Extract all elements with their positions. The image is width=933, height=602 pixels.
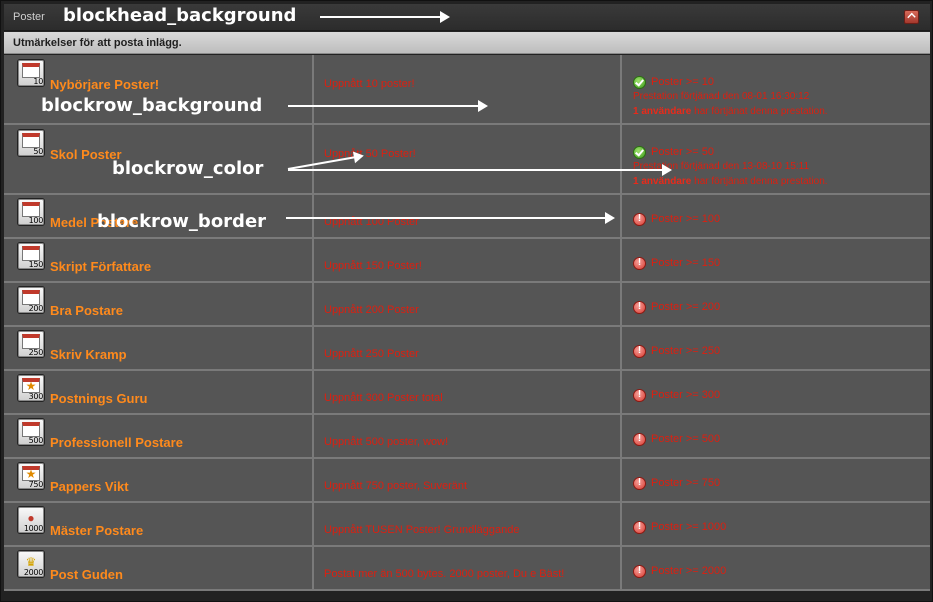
exclamation-circle-icon (633, 477, 646, 490)
badge-number: 500 (28, 436, 44, 445)
award-status: Poster >= 150 (651, 257, 721, 269)
badge-number: 750 (28, 480, 44, 489)
award-name[interactable]: Skriv Kramp (50, 347, 127, 362)
award-row: 500 Professionell Postare Uppnått 500 po… (4, 415, 930, 459)
award-user-count[interactable]: 1 användare (633, 176, 691, 187)
annotation-blockhead-background: blockhead_background (63, 5, 297, 26)
annotation-blockrow-background: blockrow_background (41, 95, 263, 116)
award-status: Poster >= 500 (651, 433, 721, 445)
badge-number: 250 (28, 348, 44, 357)
award-requirement: Uppnått 10 poster! (324, 78, 415, 90)
award-name[interactable]: Bra Postare (50, 303, 123, 318)
award-requirement: Uppnått 250 Poster (324, 348, 419, 360)
award-earned-count: 1 användare har förtjänat denna prestati… (633, 106, 828, 117)
annotation-blockrow-border: blockrow_border (97, 211, 267, 232)
badge-number: 300 (28, 392, 44, 401)
badge-number: 2000 (23, 568, 43, 577)
award-name[interactable]: Skript Författare (50, 259, 151, 274)
badge-number: 10 (33, 77, 43, 86)
award-status: Poster >= 10 (651, 76, 714, 88)
check-circle-icon (633, 146, 646, 159)
exclamation-circle-icon (633, 521, 646, 534)
exclamation-circle-icon (633, 565, 646, 578)
badge-number: 150 (28, 260, 44, 269)
badge-number: 1000 (23, 524, 43, 533)
award-name[interactable]: Mäster Postare (50, 523, 143, 538)
award-name[interactable]: Pappers Vikt (50, 479, 129, 494)
award-status: Poster >= 200 (651, 301, 721, 313)
exclamation-circle-icon (633, 345, 646, 358)
award-status: Poster >= 250 (651, 345, 721, 357)
award-name[interactable]: Professionell Postare (50, 435, 183, 450)
calendar-icon: 500 (17, 418, 45, 446)
award-row: ★ 300 Postnings Guru Uppnått 300 Poster … (4, 371, 930, 415)
award-earned-date: Prestation förtjänad den 08-01 16:30:12 (633, 91, 810, 102)
star-calendar-icon: ★ 300 (17, 374, 45, 402)
award-earned-count: 1 användare har förtjänat denna prestati… (633, 176, 828, 187)
calendar-icon: 250 (17, 330, 45, 358)
exclamation-circle-icon (633, 301, 646, 314)
award-earned-suffix: har förtjänat denna prestation. (691, 106, 828, 117)
award-row: ♛ 2000 Post Guden Postat mer än 500 byte… (4, 547, 930, 591)
award-row: ★ 750 Pappers Vikt Uppnått 750 poster, S… (4, 459, 930, 503)
calendar-icon: 100 (17, 198, 45, 226)
block-title: Poster (13, 11, 45, 23)
exclamation-circle-icon (633, 213, 646, 226)
award-requirement: Uppnått 150 Poster! (324, 260, 422, 272)
award-name[interactable]: Skol Poster (50, 147, 122, 162)
annotation-arrow (320, 11, 450, 23)
calendar-icon: 200 (17, 286, 45, 314)
award-name[interactable]: Postnings Guru (50, 391, 148, 406)
annotation-blockrow-color: blockrow_color (112, 158, 264, 179)
award-earned-suffix: har förtjänat denna prestation. (691, 176, 828, 187)
calendar-icon: 50 (17, 129, 45, 157)
exclamation-circle-icon (633, 257, 646, 270)
annotation-arrow (288, 164, 672, 176)
award-requirement: Uppnått TUSEN Poster! Grundläggande (324, 524, 520, 536)
award-requirement: Uppnått 500 poster, wow! (324, 436, 449, 448)
medal-icon: ● 1000 (17, 506, 45, 534)
collapse-icon[interactable] (904, 10, 919, 24)
award-status: Poster >= 750 (651, 477, 721, 489)
award-requirement: Uppnått 300 Poster total (324, 392, 443, 404)
award-requirement: Postat mer än 500 bytes. 2000 poster, Du… (324, 568, 565, 580)
calendar-icon: 150 (17, 242, 45, 270)
award-row: 200 Bra Postare Uppnått 200 Poster Poste… (4, 283, 930, 327)
award-name[interactable]: Nybörjare Poster! (50, 77, 159, 92)
award-status: Poster >= 300 (651, 389, 721, 401)
block-frame: Poster Utmärkelser för att posta inlägg.… (0, 0, 933, 602)
exclamation-circle-icon (633, 389, 646, 402)
awards-list: 10 Nybörjare Poster! Uppnått 10 poster! … (4, 55, 930, 591)
block-subheader: Utmärkelser för att posta inlägg. (4, 32, 930, 54)
award-user-count[interactable]: 1 användare (633, 106, 691, 117)
award-row: 150 Skript Författare Uppnått 150 Poster… (4, 239, 930, 283)
badge-number: 100 (28, 216, 44, 225)
block-subtitle: Utmärkelser för att posta inlägg. (13, 37, 182, 49)
award-status: Poster >= 50 (651, 146, 714, 158)
annotation-arrow (286, 212, 615, 224)
annotation-arrow (288, 100, 488, 112)
award-requirement: Uppnått 200 Poster (324, 304, 419, 316)
star-calendar-icon: ★ 750 (17, 462, 45, 490)
award-status: Poster >= 1000 (651, 521, 727, 533)
badge-number: 50 (33, 147, 43, 156)
award-status: Poster >= 100 (651, 213, 721, 225)
award-name[interactable]: Post Guden (50, 567, 123, 582)
award-row: 250 Skriv Kramp Uppnått 250 Poster Poste… (4, 327, 930, 371)
trophy-icon: ♛ 2000 (17, 550, 45, 578)
award-requirement: Uppnått 750 poster, Suveränt (324, 480, 468, 492)
exclamation-circle-icon (633, 433, 646, 446)
calendar-icon: 10 (17, 59, 45, 87)
award-row: ● 1000 Mäster Postare Uppnått TUSEN Post… (4, 503, 930, 547)
badge-number: 200 (28, 304, 44, 313)
check-circle-icon (633, 76, 646, 89)
award-status: Poster >= 2000 (651, 565, 727, 577)
